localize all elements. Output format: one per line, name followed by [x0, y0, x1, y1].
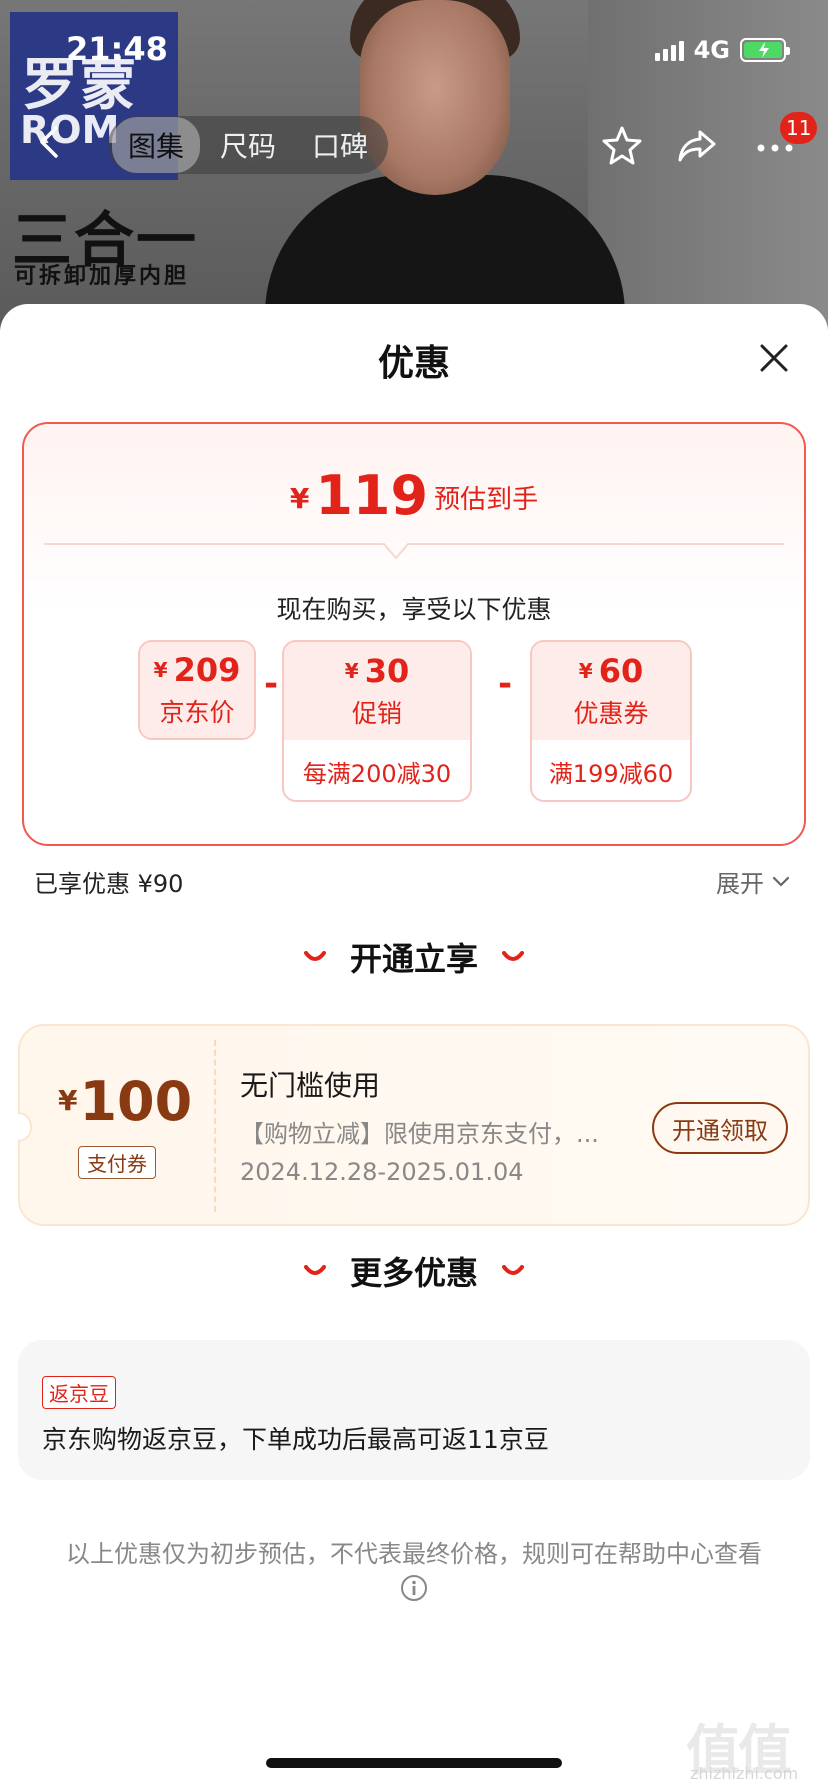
chevron-down-icon — [772, 876, 790, 887]
estimated-label: 预估到手 — [434, 485, 539, 515]
minus-sign: - — [264, 664, 279, 704]
coupon-description: 【购物立减】限使用京东支付，... — [240, 1120, 599, 1148]
tab-size[interactable]: 尺码 — [204, 117, 292, 173]
sheet-title: 优惠 — [377, 343, 450, 384]
minus-sign: - — [498, 664, 513, 704]
payment-coupon-card: ¥100 支付券 无门槛使用 【购物立减】限使用京东支付，... 2024.12… — [18, 1024, 810, 1226]
jd-bean-description: 京东购物返京豆，下单成功后最高可返11京豆 — [42, 1425, 549, 1454]
smile-decor-icon — [502, 951, 524, 961]
smile-decor-icon — [303, 1265, 326, 1275]
signal-icon — [654, 39, 684, 61]
estimated-amount: 119 — [315, 464, 429, 527]
info-icon[interactable] — [400, 1574, 428, 1602]
expand-button[interactable]: 展开 — [716, 864, 790, 899]
coupon-type-tag: 支付券 — [78, 1146, 156, 1179]
more-section-header: 更多优惠 — [0, 1248, 828, 1294]
coupon-discount-box: ¥60 优惠券 满199减60 — [530, 640, 692, 802]
jd-price-label: 京东价 — [159, 698, 235, 727]
coupon-discount-value: ¥60 — [578, 652, 644, 690]
message-count-badge: 11 — [780, 112, 818, 144]
status-time: 21:48 — [66, 30, 168, 68]
discount-intro: 现在购买，享受以下优惠 — [276, 595, 552, 624]
jd-bean-reward-card[interactable]: 返京豆 京东购物返京豆，下单成功后最高可返11京豆 — [18, 1340, 810, 1480]
disclaimer-note: 以上优惠仅为初步预估，不代表最终价格，规则可在帮助中心查看 — [66, 1540, 762, 1568]
hero-model-head — [360, 0, 510, 195]
coupon-discount-label: 优惠券 — [573, 699, 649, 728]
star-icon[interactable] — [601, 124, 643, 166]
close-icon[interactable] — [756, 340, 792, 376]
watermark-url: zhizhizhi.com — [690, 1764, 799, 1783]
expand-label: 展开 — [716, 870, 764, 898]
tab-reviews[interactable]: 口碑 — [296, 117, 384, 173]
share-icon[interactable] — [676, 124, 718, 166]
open-claim-button[interactable]: 开通领取 — [652, 1102, 788, 1154]
coupon-amount: ¥100 — [58, 1070, 193, 1133]
enjoyed-discount-total: 已享优惠 ¥90 — [34, 870, 184, 898]
coupon-discount-rule: 满199减60 — [548, 759, 674, 788]
promotion-value: ¥30 — [344, 652, 410, 690]
jd-price-box: ¥209 京东价 — [138, 640, 256, 740]
divider-pointer — [44, 543, 784, 560]
tab-gallery[interactable]: 图集 — [112, 117, 201, 173]
battery-icon — [740, 38, 790, 62]
hero-subtitle: 可拆卸加厚内胆 — [14, 264, 190, 289]
estimated-price: ¥119 预估到手 — [24, 464, 804, 527]
coupon-validity: 2024.12.28-2025.01.04 — [240, 1158, 524, 1186]
promotion-rule: 每满200减30 — [302, 759, 452, 788]
coupon-title: 无门槛使用 — [240, 1069, 381, 1102]
discount-sheet: 优惠 ¥119 预估到手 现在购买，享受以下优惠 ¥209 京东价 - ¥30 促… — [0, 304, 828, 1792]
coupon-divider — [214, 1040, 216, 1212]
gallery-tabs: 图集 尺码 口碑 — [108, 116, 389, 174]
estimated-price-card: ¥119 预估到手 现在购买，享受以下优惠 ¥209 京东价 - ¥30 促销 每… — [22, 422, 806, 846]
more-section-title: 更多优惠 — [349, 1254, 478, 1292]
open-section-title: 开通立享 — [349, 940, 478, 978]
estimated-currency: ¥ — [289, 482, 310, 515]
smile-decor-icon — [303, 951, 326, 961]
smile-decor-icon — [502, 1265, 524, 1275]
back-arrow-icon[interactable] — [30, 122, 70, 162]
open-section-header: 开通立享 — [0, 934, 828, 980]
home-indicator[interactable] — [266, 1758, 562, 1768]
jd-price-value: ¥209 — [153, 651, 241, 689]
promotion-box: ¥30 促销 每满200减30 — [282, 640, 472, 802]
jd-bean-tag: 返京豆 — [42, 1376, 116, 1409]
coupon-notch — [18, 1112, 32, 1142]
promotion-label: 促销 — [351, 699, 402, 728]
network-type: 4G — [693, 36, 730, 64]
status-indicators: 4G — [654, 36, 790, 64]
